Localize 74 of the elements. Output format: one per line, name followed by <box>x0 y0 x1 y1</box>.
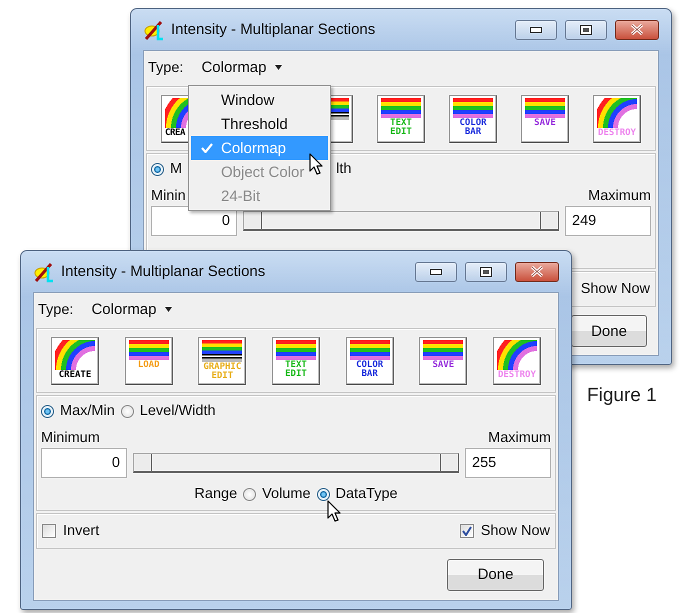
minimize-button[interactable] <box>415 262 457 282</box>
rainbow-arc-icon <box>597 98 637 128</box>
toolbar-button[interactable]: COLOR BAR <box>449 94 497 142</box>
rainbow-stripes-icon <box>453 98 493 118</box>
menu-item: Object Color <box>220 162 304 182</box>
toolbar-button[interactable]: COLOR BAR <box>346 336 394 384</box>
rainbow-stripes-icon <box>525 98 565 118</box>
checkbox-label: Show Now <box>480 523 550 539</box>
radio-label: lth <box>336 161 352 177</box>
rainbow-stripes-icon <box>276 340 316 360</box>
checkbox-label: Show Now <box>580 281 650 297</box>
range-label: Range <box>194 486 238 502</box>
caret-icon <box>274 65 282 70</box>
type-label: Type: <box>148 60 184 76</box>
type-dropdown[interactable]: Colormap <box>87 301 176 318</box>
checkbox[interactable] <box>460 524 474 538</box>
check-icon <box>462 526 472 536</box>
done-button[interactable]: Done <box>571 315 647 347</box>
radio-button[interactable] <box>41 404 54 418</box>
radio-label: DataType <box>336 486 398 502</box>
radio-label: Level/Width <box>140 403 216 419</box>
maximize-icon <box>580 24 592 34</box>
radio-button[interactable] <box>316 488 330 500</box>
rainbow-stripes-icon <box>423 340 464 360</box>
maximum-label: Maximum <box>588 188 651 204</box>
toolbar-button[interactable]: SAVE <box>521 94 569 142</box>
rainbow-stripes-icon <box>128 340 169 360</box>
minimum-label: Minin <box>151 188 186 204</box>
window-title: Intensity - Multiplanar Sections <box>61 263 266 280</box>
app-icon <box>143 18 165 40</box>
done-button[interactable]: Done <box>447 558 544 590</box>
rainbow-arc-icon <box>55 340 95 370</box>
check-icon <box>201 143 213 153</box>
type-dropdown[interactable]: Colormap <box>197 59 286 76</box>
radio-label: Volume <box>262 486 311 502</box>
rainbow-arc-icon <box>496 340 537 370</box>
checkbox-label: Invert <box>63 523 100 539</box>
minimize-icon <box>530 26 542 32</box>
rainbow-lines-icon <box>202 340 242 362</box>
maximum-field[interactable]: 249 <box>565 206 651 236</box>
range-slider[interactable] <box>243 211 559 231</box>
close-icon <box>531 266 543 277</box>
maximize-button[interactable] <box>565 20 607 40</box>
rainbow-stripes-icon <box>350 340 390 360</box>
type-label: Type: <box>38 302 74 318</box>
app-icon <box>33 260 55 282</box>
close-icon <box>631 24 643 35</box>
radio-button[interactable] <box>243 488 256 500</box>
figure-caption: Figure 1 <box>587 385 657 406</box>
close-button[interactable] <box>615 20 659 40</box>
maximum-label: Maximum <box>488 430 551 446</box>
close-button[interactable] <box>515 262 559 282</box>
window-title: Intensity - Multiplanar Sections <box>171 21 376 38</box>
checkbox[interactable] <box>42 524 56 538</box>
cursor-icon <box>309 153 323 175</box>
cursor-icon <box>327 500 341 522</box>
minimum-field[interactable]: 0 <box>151 206 237 236</box>
radio-label: Max/Min <box>60 403 115 419</box>
minimize-button[interactable] <box>515 20 557 40</box>
range-slider[interactable] <box>133 453 459 473</box>
minimum-label: Minimum <box>41 430 100 446</box>
caret-icon <box>164 307 172 312</box>
radio-label: M <box>170 161 182 177</box>
maximize-button[interactable] <box>465 262 507 282</box>
menu-item: 24-Bit <box>220 186 260 206</box>
maximum-field[interactable]: 255 <box>465 448 551 478</box>
radio-button[interactable] <box>151 162 164 176</box>
minimum-field[interactable]: 0 <box>41 448 127 478</box>
minimize-icon <box>430 268 442 274</box>
toolbar-button[interactable]: SAVE <box>419 336 468 384</box>
maximize-icon <box>480 266 492 276</box>
radio-button[interactable] <box>120 404 134 418</box>
toolbar-button[interactable]: CREATE <box>51 336 99 384</box>
rainbow-stripes-icon <box>381 98 421 118</box>
